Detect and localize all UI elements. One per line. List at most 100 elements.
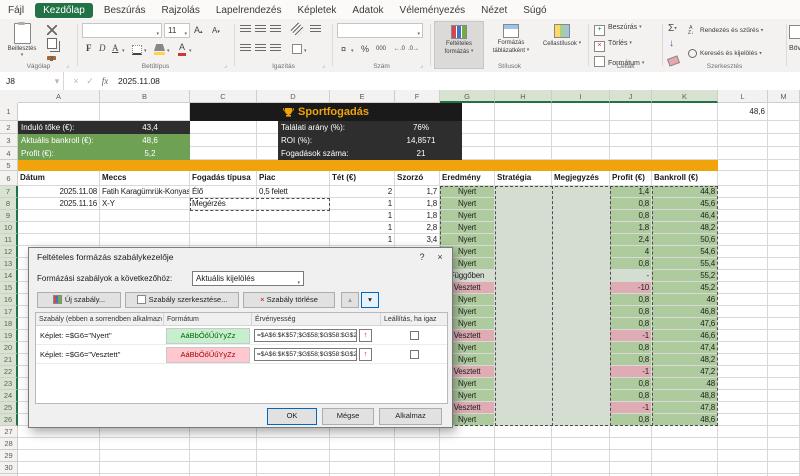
grid-cell[interactable]: [330, 438, 395, 450]
close-icon[interactable]: ×: [432, 250, 448, 265]
number-dialog-launcher-icon[interactable]: ⌟: [420, 63, 423, 69]
row-header-16[interactable]: 16: [0, 294, 18, 306]
grid-cell[interactable]: [18, 103, 100, 121]
grid-cell[interactable]: [552, 438, 610, 450]
move-rule-down-button[interactable]: ▾: [361, 292, 379, 308]
copy-button[interactable]: [47, 38, 59, 49]
column-header-F[interactable]: F: [395, 90, 440, 103]
row-header-3[interactable]: 3: [0, 134, 18, 147]
row-header-23[interactable]: 23: [0, 378, 18, 390]
sort-filter-button[interactable]: Rendezés és szűrés ▾: [700, 27, 763, 34]
grid-cell[interactable]: [610, 134, 652, 147]
row-header-7[interactable]: 7: [0, 186, 18, 198]
row-header-5[interactable]: 5: [0, 160, 18, 171]
data-cell[interactable]: 2025.11.08: [18, 186, 100, 198]
insert-cells-button[interactable]: + Beszúrás ▾: [594, 24, 642, 37]
autosum-button[interactable]: Σ▾: [668, 23, 677, 34]
stat-profit-value[interactable]: 5,2: [110, 147, 190, 160]
grid-cell[interactable]: [652, 103, 718, 121]
data-cell[interactable]: 2: [330, 186, 395, 198]
paste-button[interactable]: Beillesztés ▾: [3, 21, 41, 68]
underline-button[interactable]: A: [112, 43, 119, 53]
font-name-combo[interactable]: ▾: [82, 23, 162, 38]
data-cell[interactable]: 1,8: [395, 210, 440, 222]
format-as-table-button[interactable]: Formázás táblázatként ▾: [486, 21, 536, 69]
alignment-dialog-launcher-icon[interactable]: ⌟: [322, 63, 325, 69]
column-header-H[interactable]: H: [495, 90, 552, 103]
grid-cell[interactable]: [768, 414, 800, 426]
comma-style-button[interactable]: 000: [376, 46, 386, 52]
grid-cell[interactable]: [495, 450, 552, 462]
stat-hit-rate-value[interactable]: 76%: [380, 121, 462, 134]
grid-cell[interactable]: [610, 147, 652, 160]
grid-cell[interactable]: [718, 438, 768, 450]
align-right-button[interactable]: [270, 44, 281, 53]
row-header-15[interactable]: 15: [0, 282, 18, 294]
grid-cell[interactable]: [718, 147, 768, 160]
number-format-combo[interactable]: ▾: [337, 23, 423, 38]
grid-cell[interactable]: [395, 462, 440, 474]
fx-icon[interactable]: fx: [98, 72, 112, 90]
grid-cell[interactable]: [718, 160, 768, 171]
data-cell[interactable]: [18, 222, 100, 234]
row-header-18[interactable]: 18: [0, 318, 18, 330]
row-header-29[interactable]: 29: [0, 450, 18, 462]
stop-if-true-checkbox[interactable]: [410, 331, 419, 340]
grid-cell[interactable]: [100, 462, 190, 474]
grid-cell[interactable]: [768, 282, 800, 294]
data-cell[interactable]: [100, 210, 190, 222]
find-select-button[interactable]: Keresés és kijelölés ▾: [700, 50, 762, 57]
grid-cell[interactable]: [552, 450, 610, 462]
wrap-text-button[interactable]: [310, 25, 321, 34]
font-size-combo[interactable]: 11 ▾: [164, 23, 190, 38]
italic-button[interactable]: D: [99, 43, 106, 53]
row-header-12[interactable]: 12: [0, 246, 18, 258]
conditional-formatting-button[interactable]: Feltételes formázás ▾: [434, 21, 484, 69]
grid-cell[interactable]: [718, 210, 768, 222]
grid-cell[interactable]: [190, 438, 257, 450]
stat-roi-label[interactable]: ROI (%):: [278, 134, 380, 147]
tab-beszúrás[interactable]: Beszúrás: [96, 2, 154, 18]
column-header-D[interactable]: D: [257, 90, 330, 103]
cancel-icon[interactable]: ×: [70, 72, 82, 90]
bold-button[interactable]: F: [86, 43, 92, 53]
data-cell[interactable]: 3,4: [395, 234, 440, 246]
data-cell[interactable]: [257, 210, 330, 222]
grid-cell[interactable]: [395, 438, 440, 450]
align-bottom-button[interactable]: [270, 25, 281, 34]
rule-row[interactable]: Képlet: =$G6="Nyert" AáBbŐőŰűYyZz =$A$6:…: [36, 326, 447, 345]
grid-cell[interactable]: [718, 450, 768, 462]
column-header-G[interactable]: G: [440, 90, 495, 103]
format-painter-button[interactable]: [47, 52, 59, 63]
grid-cell[interactable]: [768, 306, 800, 318]
row-header-14[interactable]: 14: [0, 270, 18, 282]
grid-cell[interactable]: [652, 147, 718, 160]
grid-cell[interactable]: [257, 438, 330, 450]
grid-cell[interactable]: [768, 450, 800, 462]
grid-cell[interactable]: [440, 462, 495, 474]
data-cell[interactable]: 1,7: [395, 186, 440, 198]
data-cell[interactable]: X-Y: [100, 198, 190, 210]
new-rule-button[interactable]: Új szabály...: [37, 292, 121, 308]
grid-cell[interactable]: [257, 462, 330, 474]
column-header-B[interactable]: B: [100, 90, 190, 103]
help-icon[interactable]: ?: [414, 250, 430, 265]
grid-cell[interactable]: [100, 450, 190, 462]
row-header-19[interactable]: 19: [0, 330, 18, 342]
grid-cell[interactable]: [718, 342, 768, 354]
row-header-26[interactable]: 26: [0, 414, 18, 426]
increase-font-button[interactable]: A▴: [194, 25, 203, 35]
grid-cell[interactable]: [190, 450, 257, 462]
grid-cell[interactable]: [768, 134, 800, 147]
align-middle-button[interactable]: [255, 25, 266, 34]
grid-cell[interactable]: [718, 426, 768, 438]
cell-styles-button[interactable]: Cellastílusok ▾: [538, 21, 586, 69]
grid-cell[interactable]: [652, 426, 718, 438]
grid-cell[interactable]: [718, 246, 768, 258]
row-header-4[interactable]: 4: [0, 147, 18, 160]
row-header-17[interactable]: 17: [0, 306, 18, 318]
merge-center-button[interactable]: [292, 44, 302, 54]
grid-cell[interactable]: [768, 186, 800, 198]
grid-cell[interactable]: [652, 134, 718, 147]
rule-row[interactable]: Képlet: =$G6="Vesztett" AáBbŐőŰűYyZz =$A…: [36, 345, 447, 364]
